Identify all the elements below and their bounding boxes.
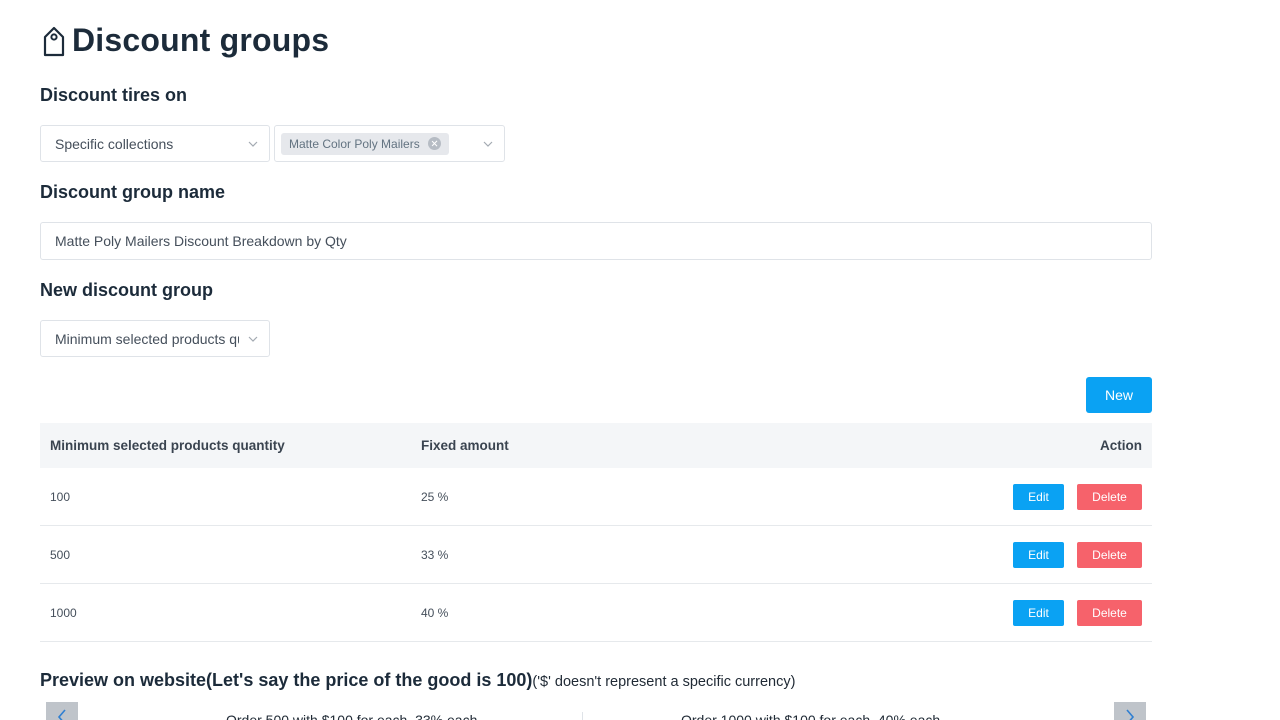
discount-tiers-label: Discount tires on: [40, 85, 188, 105]
table-row: 500 33 % Edit Delete: [40, 526, 1152, 584]
table-row: 100 25 % Edit Delete: [40, 468, 1152, 526]
chevron-down-icon: [483, 141, 493, 147]
page-header: Discount groups: [40, 22, 329, 59]
delete-button[interactable]: Delete: [1077, 599, 1142, 626]
preview-note: ('$' doesn't represent a specific curren…: [532, 674, 796, 690]
chevron-down-icon: [248, 141, 258, 147]
column-header-action: Action: [1100, 438, 1142, 453]
condition-select[interactable]: Minimum selected products qu: [40, 320, 270, 357]
amount-cell: 33 %: [421, 547, 449, 562]
carousel-next-button[interactable]: [1114, 702, 1146, 720]
preview-heading: Preview on website(Let's say the price o…: [40, 670, 795, 691]
table-header: Minimum selected products quantity Fixed…: [40, 423, 1152, 468]
edit-button[interactable]: Edit: [1013, 541, 1064, 568]
amount-cell: 40 %: [421, 605, 449, 620]
delete-button[interactable]: Delete: [1077, 483, 1142, 510]
preview-slide-1: Order 500 with $100 for each, 33% each: [226, 712, 478, 720]
delete-button[interactable]: Delete: [1077, 541, 1142, 568]
tier-type-select[interactable]: Specific collections: [40, 125, 270, 162]
condition-select-value: Minimum selected products qu: [55, 330, 239, 347]
remove-tag-icon[interactable]: [427, 137, 441, 150]
row-actions: Edit Delete: [811, 541, 1152, 568]
amount-cell: 25 %: [421, 489, 449, 504]
edit-button[interactable]: Edit: [1013, 599, 1064, 626]
row-actions: Edit Delete: [811, 483, 1152, 510]
row-actions: Edit Delete: [811, 599, 1152, 626]
quantity-cell: 1000: [50, 605, 77, 620]
group-name-label: Discount group name: [40, 182, 226, 202]
table-row: 1000 40 % Edit Delete: [40, 584, 1152, 642]
preview-title: Preview on website(Let's say the price o…: [40, 670, 533, 690]
slide-divider: [582, 712, 583, 720]
new-group-label: New discount group: [40, 280, 213, 300]
collection-tag-label: Matte Color Poly Mailers: [289, 136, 420, 151]
discount-table: Minimum selected products quantity Fixed…: [40, 423, 1152, 642]
column-header-amount: Fixed amount: [421, 438, 509, 453]
chevron-left-icon: [57, 709, 66, 720]
chevron-right-icon: [1126, 709, 1135, 720]
page-title: Discount groups: [72, 22, 330, 58]
preview-slide-2: Order 1000 with $100 for each, 40% each: [681, 712, 941, 720]
column-header-quantity: Minimum selected products quantity: [50, 438, 285, 453]
tag-icon: [40, 24, 68, 58]
carousel-prev-button[interactable]: [46, 702, 78, 720]
chevron-down-icon: [248, 336, 258, 342]
group-name-input[interactable]: Matte Poly Mailers Discount Breakdown by…: [40, 222, 1152, 260]
quantity-cell: 500: [50, 547, 71, 562]
collection-multiselect[interactable]: Matte Color Poly Mailers: [274, 125, 505, 162]
quantity-cell: 100: [50, 489, 71, 504]
new-button[interactable]: New: [1086, 377, 1152, 413]
collection-tag: Matte Color Poly Mailers: [281, 132, 449, 155]
tier-type-select-value: Specific collections: [55, 135, 174, 152]
edit-button[interactable]: Edit: [1013, 483, 1064, 510]
group-name-value: Matte Poly Mailers Discount Breakdown by…: [55, 233, 347, 249]
